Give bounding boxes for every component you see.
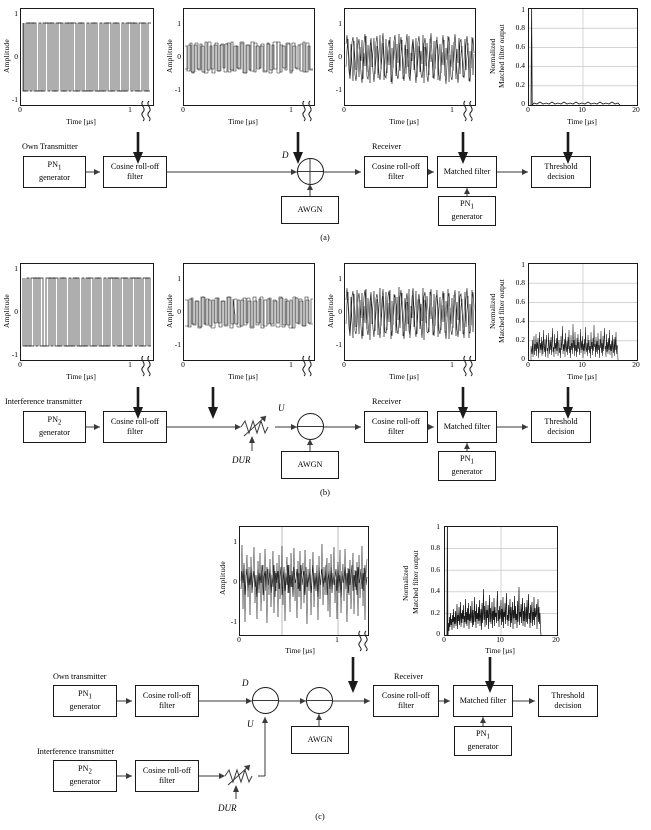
panel-c: Amplitude 1 0 -1 0 1 Time [µs] Normalize… [0, 515, 651, 830]
diagram-wires-b [86, 387, 573, 451]
caption-c: (c) [315, 811, 325, 821]
panel-b: Amplitude 1 0 -1 0 1 Time [µs] Amplitude… [0, 255, 651, 515]
caption-b: (b) [320, 487, 330, 497]
panel-a: Amplitude 1 0 -1 0 1 Time [µs] Amplitude… [0, 0, 651, 255]
diagram-wires-c [117, 657, 535, 799]
caption-a: (a) [320, 232, 330, 242]
diagram-wires-a [86, 132, 573, 196]
